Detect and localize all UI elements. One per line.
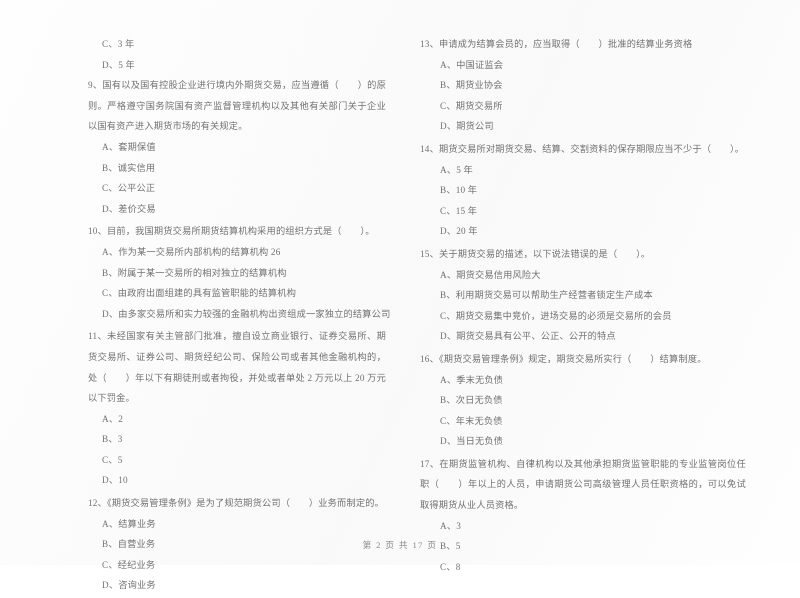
list-item: C、公平公正: [102, 183, 156, 194]
list-item: D、当日无负债: [440, 436, 504, 447]
list-item: A、期货交易信用风险大: [440, 269, 541, 280]
list-item: A、5 年: [440, 164, 473, 175]
list-item: A、作为某一交易所内部机构的结算机构 26: [102, 246, 281, 257]
question-11: 11、未经国家有关主管部门批准，擅自设立商业银行、证券交易所、期货交易所、证券公…: [88, 326, 386, 491]
list-item: B、利用期货交易可以帮助生产经营者锁定生产成本: [440, 290, 653, 301]
list-item: C、经纪业务: [102, 559, 156, 570]
right-column: 13、申请成为结算会员的，应当取得（ ）批准的结算业务资格 A、中国证监会 B、…: [400, 34, 800, 579]
list-item: A、套期保值: [102, 141, 156, 152]
question-stem: 11、未经国家有关主管部门批准，擅自设立商业银行、证券交易所、期货交易所、证券公…: [88, 331, 386, 404]
list-item: B、诚实信用: [102, 162, 156, 173]
list-item: A、3: [440, 520, 462, 531]
list-item: C、年末无负债: [440, 415, 503, 426]
list-item: B、3: [102, 434, 123, 445]
list-item: D、咨询业务: [102, 580, 156, 591]
list-item: A、结算业务: [102, 518, 156, 529]
list-item: C、期货交易集中竞价，进场交易的必须是交易所的会员: [440, 310, 672, 321]
list-item: B、次日无负债: [440, 395, 503, 406]
list-item: D、5 年: [102, 59, 135, 70]
list-item: C、15 年: [440, 205, 478, 216]
question-9: 9、国有以及国有控股企业进行境内外期货交易，应当遵循（ ）的原则。严格遵守国务院…: [88, 75, 386, 219]
list-item: D、20 年: [440, 226, 478, 237]
question-stem: 9、国有以及国有控股企业进行境内外期货交易，应当遵循（ ）的原则。严格遵守国务院…: [88, 80, 386, 132]
left-column: C、3 年 D、5 年 9、国有以及国有控股企业进行境内外期货交易，应当遵循（ …: [0, 34, 400, 598]
list-item: D、期货交易具有公平、公正、公开的特点: [440, 331, 616, 342]
list-item: C、8: [440, 561, 461, 572]
question-14: 14、期货交易所对期货交易、结算、交割资料的保存期限应当不少于（ ）。 A、5 …: [420, 139, 746, 242]
two-column-layout: C、3 年 D、5 年 9、国有以及国有控股企业进行境内外期货交易，应当遵循（ …: [0, 34, 800, 598]
exam-page: C、3 年 D、5 年 9、国有以及国有控股企业进行境内外期货交易，应当遵循（ …: [0, 0, 800, 590]
list-item: B、期货业协会: [440, 80, 503, 91]
list-item: D、由多家交易所和实力较强的金融机构出资组成一家独立的结算公司: [102, 308, 391, 319]
list-item: A、季末无负债: [440, 374, 504, 385]
question-stem: 17、在期货监管机构、自律机构以及其他承担期货监管职能的专业监管岗位任职（ ）年…: [420, 458, 746, 511]
list-item: C、由政府出面组建的具有监管职能的结算机构: [102, 288, 297, 299]
list-item: A、中国证监会: [440, 59, 504, 70]
list-item: A、2: [102, 413, 124, 424]
question-13: 13、申请成为结算会员的，应当取得（ ）批准的结算业务资格 A、中国证监会 B、…: [420, 34, 746, 137]
list-item: C、5: [102, 454, 123, 465]
question-16: 16、《期货交易管理条例》规定，期货交易所实行（ ）结算制度。 A、季末无负债 …: [420, 349, 746, 452]
page-footer: 第 2 页 共 17 页: [362, 540, 438, 550]
list-item: B、10 年: [440, 185, 478, 196]
question-stem: 12、《期货交易管理条例》是为了规范期货公司（ ）业务而制定的。: [88, 498, 384, 509]
question-stem: 16、《期货交易管理条例》规定，期货交易所实行（ ）结算制度。: [420, 353, 707, 364]
question-stem: 14、期货交易所对期货交易、结算、交割资料的保存期限应当不少于（ ）。: [420, 143, 745, 154]
list-item: C、期货交易所: [440, 100, 503, 111]
list-item: D、差价交易: [102, 203, 156, 214]
question-stem: 15、关于期货交易的描述，以下说法错误的是（ ）。: [420, 248, 651, 259]
question-15: 15、关于期货交易的描述，以下说法错误的是（ ）。 A、期货交易信用风险大 B、…: [420, 244, 746, 347]
list-item: D、期货公司: [440, 121, 494, 132]
question-stem: 13、申请成为结算会员的，应当取得（ ）批准的结算业务资格: [420, 39, 693, 49]
question-10: 10、目前，我国期货交易所期货结算机构采用的组织方式是（ ）。 A、作为某一交易…: [88, 221, 391, 324]
question-stem: 10、目前，我国期货交易所期货结算机构采用的组织方式是（ ）。: [88, 226, 375, 237]
question-17: 17、在期货监管机构、自律机构以及其他承担期货监管职能的专业监管岗位任职（ ）年…: [420, 454, 746, 578]
list-item: B、附属于某一交易所的相对独立的结算机构: [102, 267, 287, 278]
list-item: D、10: [102, 475, 128, 486]
list-item: C、3 年: [102, 39, 135, 49]
